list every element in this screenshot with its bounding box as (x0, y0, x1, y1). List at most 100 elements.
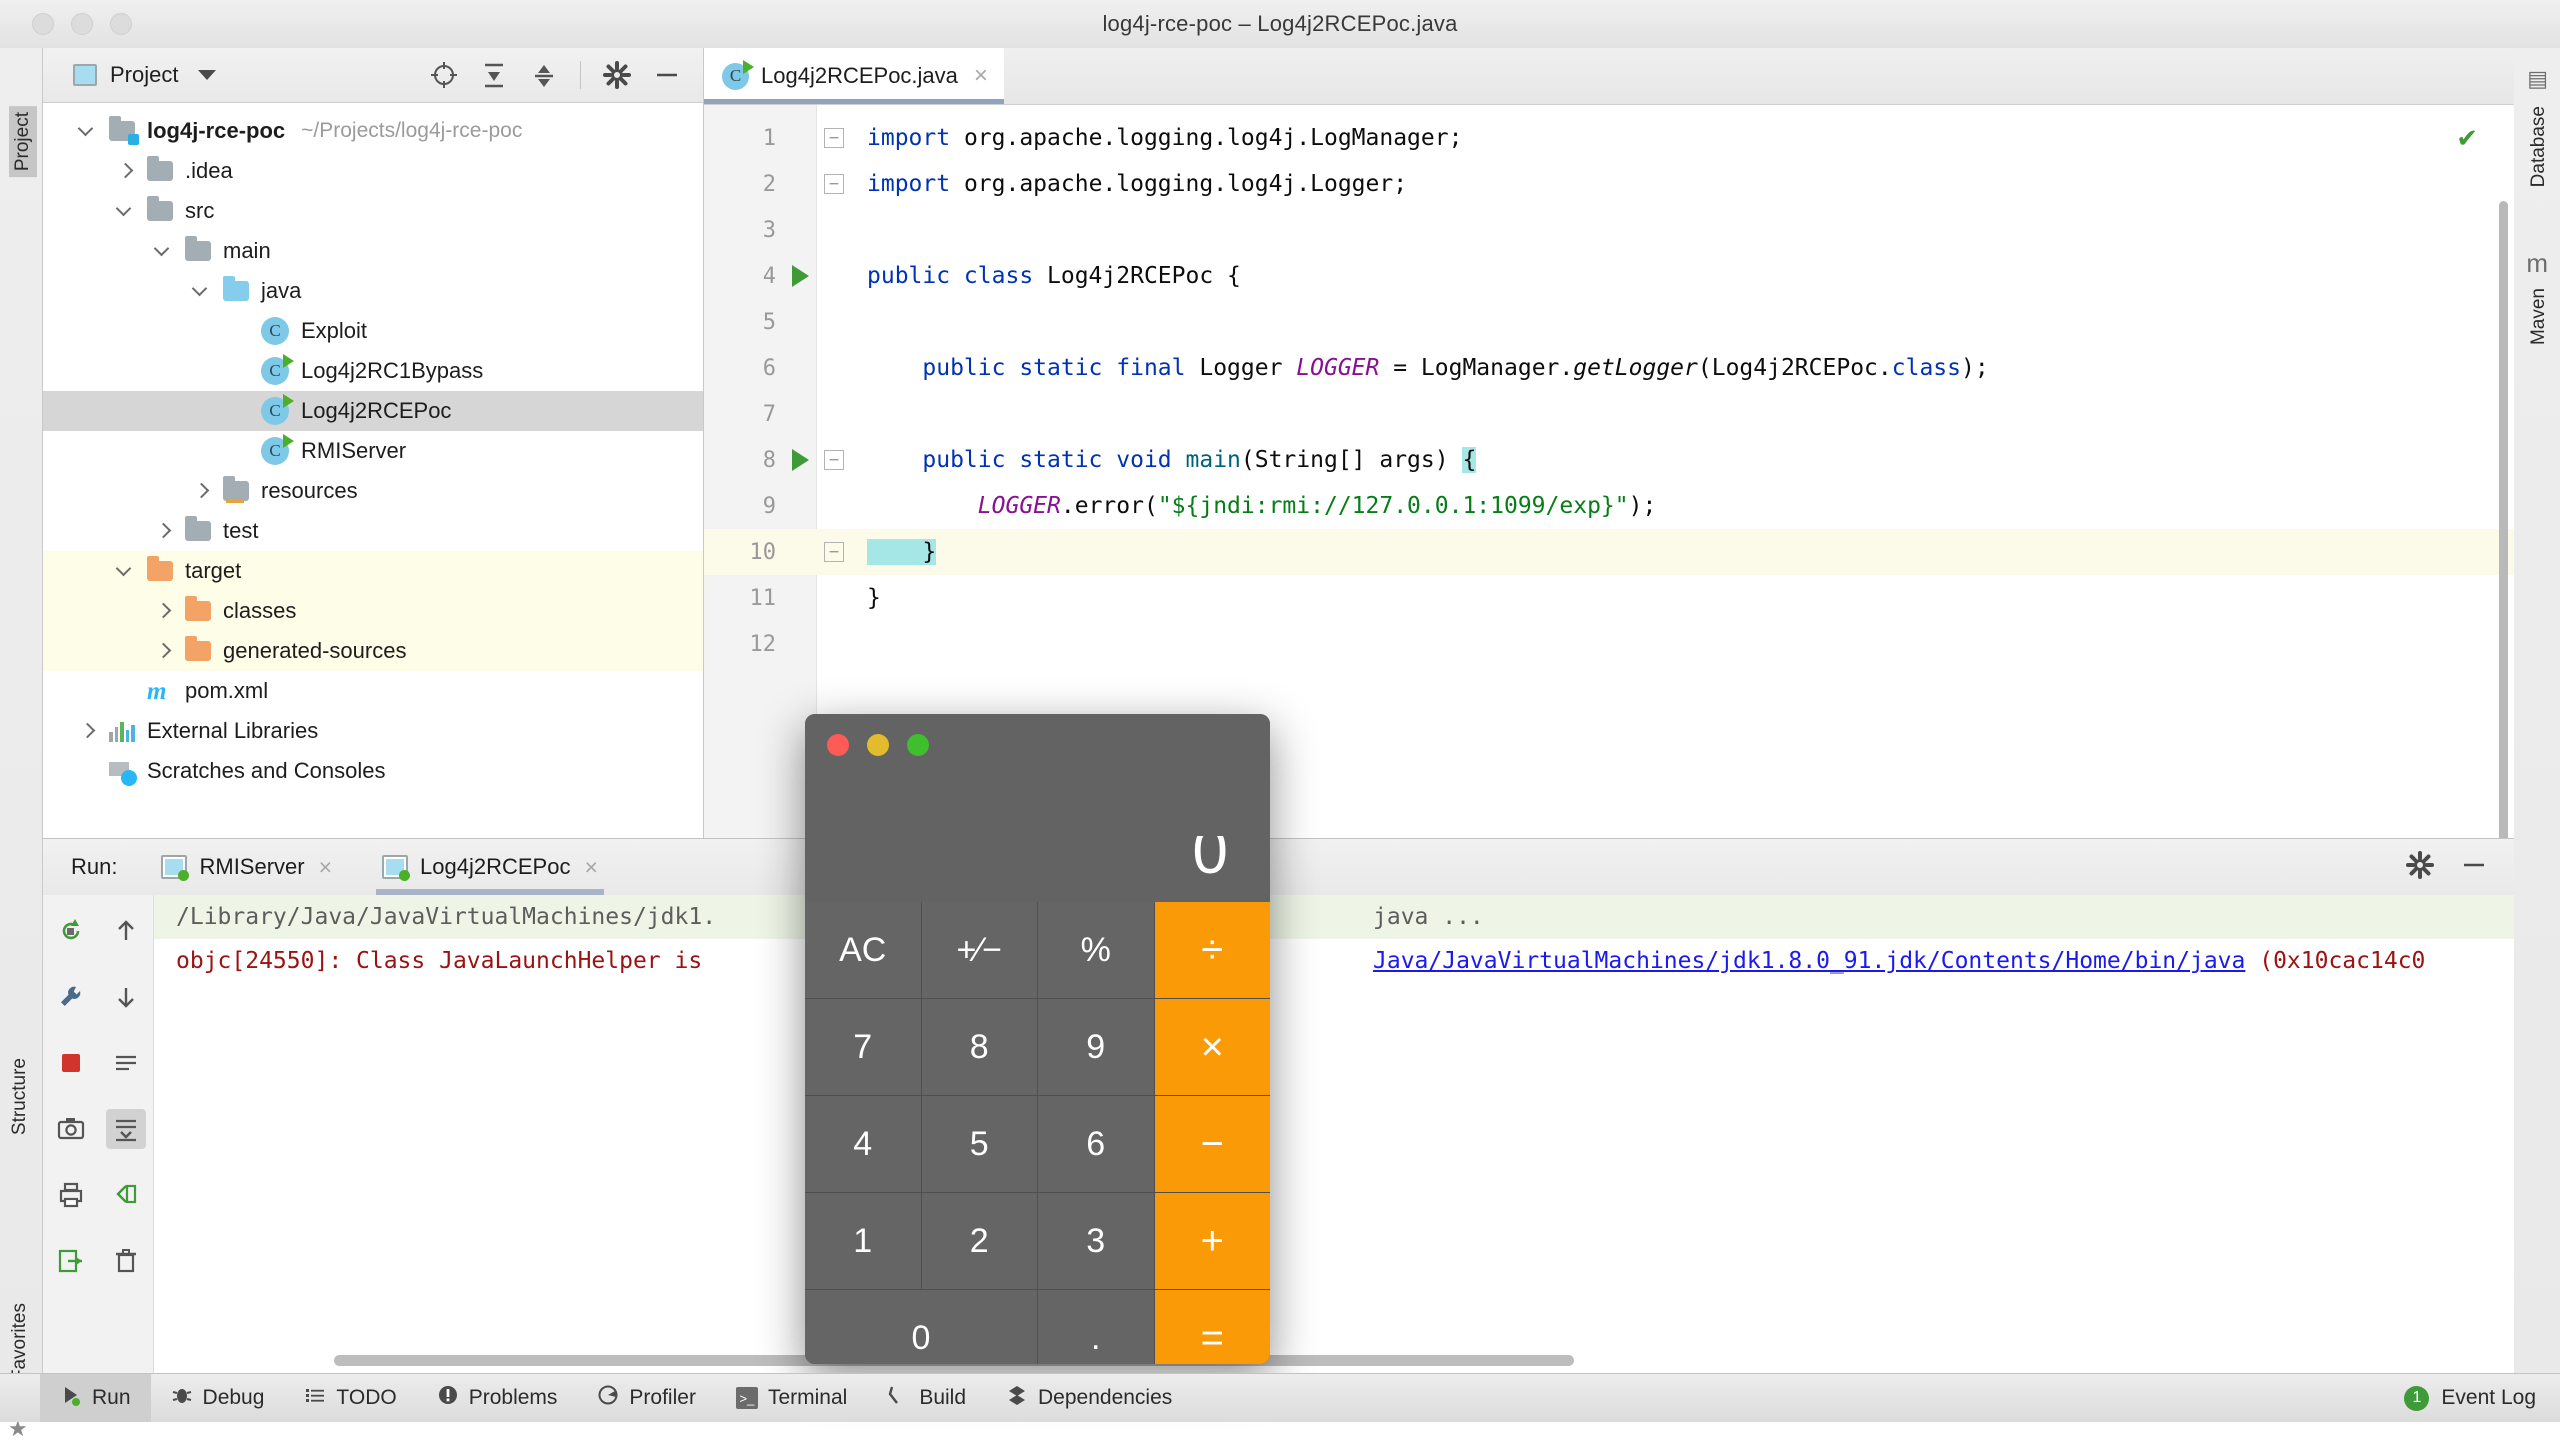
tree-node-src[interactable]: src (43, 191, 703, 231)
editor-tab-log4j2rcepoc[interactable]: C Log4j2RCEPoc.java × (704, 48, 1004, 104)
status-bar-item-todo[interactable]: TODO (284, 1374, 416, 1422)
tree-node-target[interactable]: target (43, 551, 703, 591)
run-tab-rmiserver[interactable]: RMIServer × (155, 839, 338, 895)
chevron-right-icon[interactable] (191, 480, 213, 502)
status-bar-item-dependencies[interactable]: Dependencies (986, 1374, 1192, 1422)
code-fold-icon[interactable]: − (824, 174, 844, 194)
project-tree[interactable]: log4j-rce-poc ~/Projects/log4j-rce-poc .id… (43, 103, 703, 791)
calculator-key-1[interactable]: 1 (805, 1193, 921, 1289)
status-bar-item-profiler[interactable]: Profiler (577, 1374, 716, 1422)
code-line[interactable]: 8 − public static void main(String[] args… (704, 437, 2514, 483)
chevron-down-icon[interactable] (153, 240, 175, 262)
hide-panel-icon[interactable] (653, 61, 681, 89)
wrench-icon[interactable] (51, 977, 91, 1017)
calculator-key-5[interactable]: 5 (921, 1096, 1037, 1192)
calculator-key-equals[interactable]: = (1154, 1290, 1270, 1364)
close-icon[interactable]: × (974, 62, 988, 90)
calculator-key-0[interactable]: 0 (805, 1290, 1037, 1364)
status-bar-item-build[interactable]: Build (867, 1374, 986, 1422)
tree-node-log4j2rcepoc[interactable]: C Log4j2RCEPoc (43, 391, 703, 431)
chevron-down-icon[interactable] (77, 120, 99, 142)
calculator-key-divide[interactable]: ÷ (1154, 902, 1270, 998)
tree-node-rmiserver[interactable]: C RMIServer (43, 431, 703, 471)
chevron-right-icon[interactable] (153, 600, 175, 622)
collapse-all-icon[interactable] (530, 61, 558, 89)
status-bar-item-run[interactable]: Run (40, 1374, 151, 1422)
code-line[interactable]: 7 (704, 391, 2514, 437)
toggle-icon[interactable] (106, 1175, 146, 1215)
tree-node-exploit[interactable]: C Exploit (43, 311, 703, 351)
gear-icon[interactable] (2406, 850, 2434, 884)
code-line[interactable]: 1 − import org.apache.logging.log4j.LogMan… (704, 115, 2514, 161)
calculator-close-button[interactable] (827, 734, 849, 756)
calculator-key-4[interactable]: 4 (805, 1096, 921, 1192)
calculator-key-percent[interactable]: % (1038, 902, 1154, 998)
status-bar-item-debug[interactable]: Debug (151, 1374, 285, 1422)
chevron-right-icon[interactable] (153, 520, 175, 542)
soft-wrap-icon[interactable] (106, 1043, 146, 1083)
camera-icon[interactable] (51, 1109, 91, 1149)
code-line[interactable]: 9 LOGGER.error("${jndi:rmi://127.0.0.1:1… (704, 483, 2514, 529)
tree-node-main[interactable]: main (43, 231, 703, 271)
code-line[interactable]: 11} (704, 575, 2514, 621)
run-gutter-icon[interactable] (792, 265, 809, 287)
tool-button-structure[interactable]: Structure (9, 1058, 31, 1135)
event-log-label[interactable]: Event Log (2441, 1386, 2536, 1410)
calculator-window[interactable]: 0 AC +⁄−% ÷ 7 8 9 × 4 5 6− 1 2 3 +0. = (805, 714, 1270, 1364)
calculator-key-decimal[interactable]: . (1038, 1290, 1154, 1364)
print-icon[interactable] (51, 1175, 91, 1215)
tree-node-log4j2rc1bypass[interactable]: C Log4j2RC1Bypass (43, 351, 703, 391)
stop-icon[interactable] (51, 1043, 91, 1083)
calculator-keypad[interactable]: AC +⁄−% ÷ 7 8 9 × 4 5 6− 1 2 3 +0. = (805, 902, 1270, 1364)
chevron-right-icon[interactable] (77, 720, 99, 742)
calculator-key-3[interactable]: 3 (1038, 1193, 1154, 1289)
tree-node--idea[interactable]: .idea (43, 151, 703, 191)
close-icon[interactable]: × (584, 854, 597, 881)
tree-node-java[interactable]: java (43, 271, 703, 311)
calculator-key-7[interactable]: 7 (805, 999, 921, 1095)
scroll-to-end-icon[interactable] (105, 1109, 146, 1149)
code-line[interactable]: 12 (704, 621, 2514, 667)
code-line[interactable]: 5 (704, 299, 2514, 345)
calculator-key-6[interactable]: 6 (1038, 1096, 1154, 1192)
chevron-down-icon[interactable] (198, 70, 217, 80)
calculator-zoom-button[interactable] (907, 734, 929, 756)
calculator-key-multiply[interactable]: × (1154, 999, 1270, 1095)
code-fold-icon[interactable]: − (824, 542, 844, 562)
expand-all-icon[interactable] (480, 61, 508, 89)
chevron-down-icon[interactable] (115, 560, 137, 582)
run-console[interactable]: /Library/Java/JavaVirtualMachines/jdk1. … (154, 895, 2514, 1375)
tree-node-external-libraries[interactable]: External Libraries (43, 711, 703, 751)
trash-icon[interactable] (106, 1241, 146, 1281)
code-line[interactable]: 6 public static final Logger LOGGER = Lo… (704, 345, 2514, 391)
run-gutter-icon[interactable] (792, 449, 809, 471)
code-line[interactable]: 2 − import org.apache.logging.log4j.Logger… (704, 161, 2514, 207)
close-icon[interactable]: × (319, 854, 332, 881)
chevron-right-icon[interactable] (153, 640, 175, 662)
run-tab-log4j2rcepoc[interactable]: Log4j2RCEPoc × (376, 839, 604, 895)
calculator-minimize-button[interactable] (867, 734, 889, 756)
tree-node-generated-sources[interactable]: generated-sources (43, 631, 703, 671)
tool-button-maven[interactable]: Maven (2528, 288, 2550, 345)
tree-node-scratches-and-consoles[interactable]: Scratches and Consoles (43, 751, 703, 791)
scroll-up-icon[interactable] (106, 911, 146, 951)
scroll-down-icon[interactable] (106, 977, 146, 1017)
chevron-down-icon[interactable] (191, 280, 213, 302)
code-fold-icon[interactable]: − (824, 450, 844, 470)
tree-node-pom-xml[interactable]: m pom.xml (43, 671, 703, 711)
chevron-down-icon[interactable] (115, 200, 137, 222)
calculator-key-8[interactable]: 8 (921, 999, 1037, 1095)
status-bar-item-terminal[interactable]: >_ Terminal (716, 1374, 867, 1422)
tool-button-project[interactable]: Project (9, 106, 37, 178)
export-icon[interactable] (51, 1241, 91, 1281)
hide-panel-icon[interactable] (2460, 851, 2488, 884)
editor-vertical-scrollbar[interactable] (2499, 201, 2508, 839)
tool-button-favorites[interactable]: Favorites (9, 1303, 31, 1381)
code-fold-icon[interactable]: − (824, 128, 844, 148)
status-bar-item-problems[interactable]: Problems (417, 1374, 578, 1422)
calculator-key-minus[interactable]: − (1154, 1096, 1270, 1192)
code-line[interactable]: 4 public class Log4j2RCEPoc { (704, 253, 2514, 299)
calculator-traffic-lights[interactable] (827, 734, 929, 756)
tree-node-classes[interactable]: classes (43, 591, 703, 631)
calculator-key-plus⁄minus[interactable]: +⁄− (921, 902, 1037, 998)
